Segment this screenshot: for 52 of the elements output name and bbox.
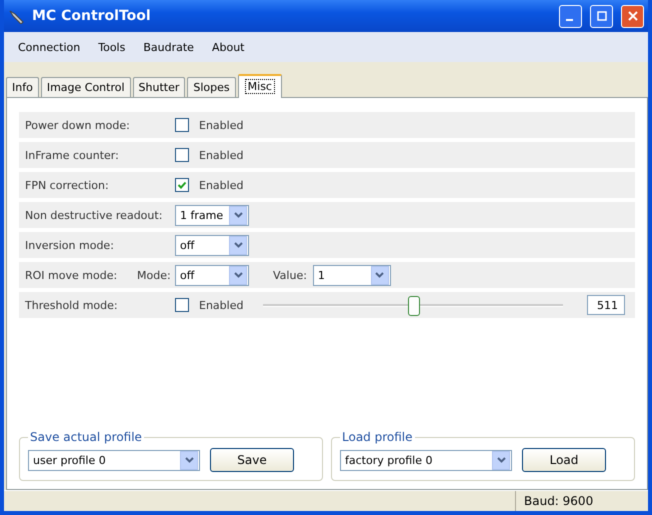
group-title: Save actual profile — [29, 430, 143, 444]
dropdown[interactable]: factory profile 0 — [340, 450, 512, 470]
field-label: ROI move mode: — [25, 268, 118, 282]
dropdown[interactable]: off — [175, 264, 249, 286]
checkbox-label: Enabled — [199, 118, 244, 132]
close-icon — [628, 11, 638, 21]
status-text: Baud: 9600 — [515, 491, 648, 511]
checkbox-label: Enabled — [199, 148, 244, 162]
tab[interactable]: Image Control — [40, 77, 131, 97]
chevron-down-icon — [375, 272, 384, 278]
checkbox[interactable] — [175, 298, 189, 312]
save-button[interactable]: Save — [210, 448, 294, 472]
chevron-down-icon — [234, 272, 242, 278]
field-label: Value: — [273, 268, 307, 282]
menu-item[interactable]: Baudrate — [135, 38, 202, 56]
chevron-down-icon — [184, 457, 194, 463]
dropdown[interactable]: off — [175, 234, 249, 256]
tab[interactable]: Misc — [238, 74, 282, 98]
field-label: Non destructive readout: — [25, 208, 164, 222]
field-label: FPN correction: — [25, 178, 110, 192]
tab[interactable]: Slopes — [187, 77, 236, 97]
checkbox[interactable] — [175, 118, 189, 132]
value-field[interactable]: 511 — [587, 295, 625, 315]
tab[interactable]: Info — [6, 77, 39, 97]
chevron-down-icon — [234, 212, 242, 218]
load-button[interactable]: Load — [522, 448, 606, 472]
group-title: Load profile — [341, 430, 414, 444]
menu-item[interactable]: About — [204, 38, 252, 56]
checkbox-label: Enabled — [199, 298, 244, 312]
checkbox[interactable] — [175, 178, 189, 192]
tool-icon — [8, 8, 26, 24]
checkbox-label: Enabled — [199, 178, 244, 192]
chevron-down-icon — [234, 242, 242, 248]
dropdown[interactable]: 1 — [312, 264, 391, 286]
field-label: Inversion mode: — [25, 238, 115, 252]
checkbox[interactable] — [175, 148, 189, 162]
minimize-button[interactable] — [559, 4, 582, 28]
dropdown[interactable]: user profile 0 — [28, 450, 200, 470]
field-label: InFrame counter: — [25, 148, 120, 162]
field-label: Threshold mode: — [25, 298, 119, 312]
chevron-down-icon — [496, 457, 506, 463]
minimize-icon — [566, 19, 572, 21]
tab[interactable]: Shutter — [132, 77, 186, 97]
field-label: Power down mode: — [25, 118, 131, 132]
close-button[interactable] — [621, 4, 644, 28]
menu-item[interactable]: Tools — [90, 38, 134, 56]
menu-item[interactable]: Connection — [10, 38, 88, 56]
field-label: Mode: — [137, 268, 172, 282]
maximize-button[interactable] — [590, 4, 613, 28]
window-title: MC ControlTool — [32, 8, 152, 24]
dropdown[interactable]: 1 frame — [175, 204, 249, 226]
maximize-icon — [596, 11, 606, 21]
